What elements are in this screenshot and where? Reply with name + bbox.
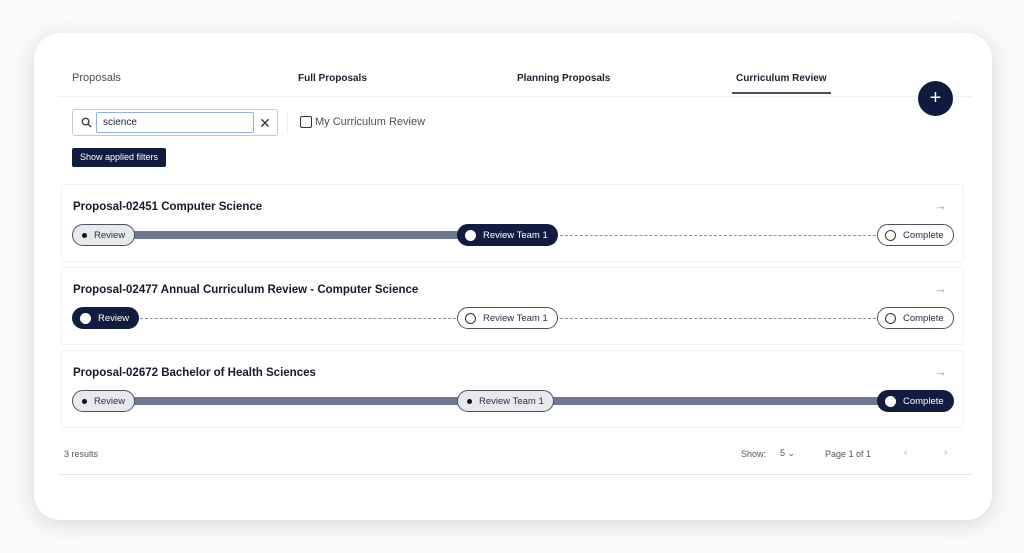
status-dot-icon (80, 312, 91, 324)
tab-proposals[interactable]: Proposals (72, 72, 121, 84)
search-box: ✕ (72, 109, 278, 136)
step-review: Review (72, 307, 140, 329)
close-icon[interactable]: ✕ (257, 114, 273, 132)
chevron-right-icon[interactable]: › (944, 447, 948, 459)
page-info: Page 1 of 1 (825, 449, 872, 459)
progress-track: Review Review Team 1 Complete (72, 306, 954, 330)
step-label: Complete (903, 395, 944, 407)
chevron-left-icon[interactable]: ‹ (904, 447, 908, 459)
status-dot-icon (467, 398, 472, 404)
step-label: Review Team 1 (479, 395, 544, 407)
connector-complete (550, 397, 881, 405)
connector-pending (130, 317, 461, 319)
arrow-right-icon[interactable]: → (934, 198, 947, 213)
step-review-team-1: Review Team 1 (457, 390, 554, 412)
step-label: Review (98, 312, 130, 324)
status-dot-icon (885, 312, 896, 324)
pagination-footer: 3 results Show: 5 ⌄ Page 1 of 1 ‹ › (58, 438, 972, 475)
results-count: 3 results (64, 449, 99, 459)
progress-track: Review Review Team 1 Complete (72, 223, 954, 247)
step-label: Review (94, 395, 126, 407)
connector-pending (550, 317, 881, 319)
search-icon (81, 117, 92, 128)
step-label: Complete (903, 312, 944, 324)
proposal-card[interactable]: Proposal-02451 Computer Science → Review Re… (61, 184, 964, 262)
arrow-right-icon[interactable]: → (934, 364, 947, 379)
checkbox-label: My Curriculum Review (315, 116, 426, 128)
step-complete: Complete (877, 224, 954, 246)
show-applied-filters-button[interactable]: Show applied filters (72, 148, 167, 167)
step-label: Review (94, 229, 126, 241)
status-dot-icon (465, 229, 476, 241)
proposals-panel: Proposals Full Proposals Planning Propos… (34, 33, 992, 520)
status-dot-icon (82, 398, 87, 404)
my-curriculum-review-filter[interactable]: My Curriculum Review (300, 116, 425, 128)
divider (287, 113, 288, 133)
step-review-team-1: Review Team 1 (457, 224, 558, 246)
proposal-title[interactable]: Proposal-02477 Annual Curriculum Review … (73, 284, 418, 296)
tab-bar: Proposals Full Proposals Planning Propos… (58, 63, 972, 97)
proposal-card[interactable]: Proposal-02672 Bachelor of Health Scienc… (61, 350, 964, 428)
tab-planning-proposals[interactable]: Planning Proposals (517, 73, 610, 84)
page-size-label: Show: (741, 449, 767, 459)
step-label: Review Team 1 (483, 229, 548, 241)
arrow-right-icon[interactable]: → (934, 281, 947, 296)
step-review: Review (72, 224, 136, 246)
status-dot-icon (465, 312, 476, 324)
step-review: Review (72, 390, 136, 412)
status-dot-icon (82, 232, 87, 238)
status-dot-icon (885, 229, 896, 241)
proposal-card[interactable]: Proposal-02477 Annual Curriculum Review … (61, 267, 964, 345)
tab-curriculum-review[interactable]: Curriculum Review (732, 73, 831, 94)
step-label: Complete (903, 229, 944, 241)
status-dot-icon (885, 395, 896, 407)
proposal-title[interactable]: Proposal-02672 Bachelor of Health Scienc… (73, 367, 316, 379)
page-size-select[interactable]: 5 ⌄ (780, 448, 795, 459)
tab-full-proposals[interactable]: Full Proposals (298, 73, 367, 84)
step-complete: Complete (877, 390, 954, 412)
connector-pending (550, 234, 881, 236)
page-background: Proposals Full Proposals Planning Propos… (0, 0, 1024, 553)
step-review-team-1: Review Team 1 (457, 307, 558, 329)
step-complete: Complete (877, 307, 954, 329)
proposal-title[interactable]: Proposal-02451 Computer Science (73, 201, 262, 213)
add-button[interactable]: + (918, 81, 953, 116)
connector-complete (130, 397, 461, 405)
search-input[interactable] (96, 112, 254, 133)
connector-complete (130, 231, 461, 239)
checkbox[interactable] (300, 116, 312, 128)
step-label: Review Team 1 (483, 312, 548, 324)
progress-track: Review Review Team 1 Complete (72, 389, 954, 413)
